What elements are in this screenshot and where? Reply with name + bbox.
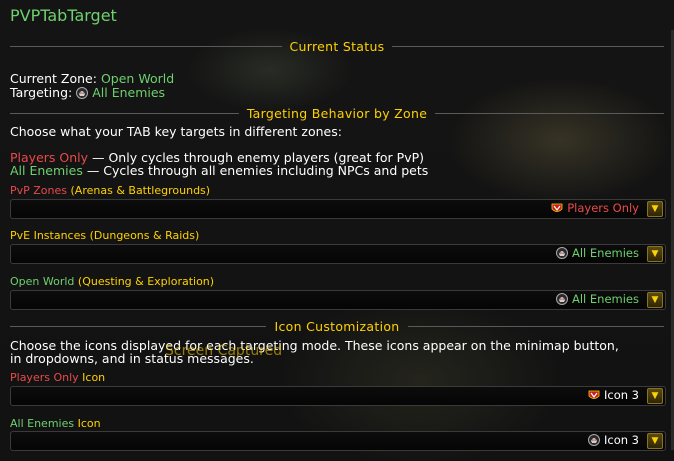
skull-helm-icon <box>555 247 568 259</box>
chevron-down-icon[interactable]: ▼ <box>647 433 663 449</box>
players-only-icon-suffix: Icon <box>82 371 106 384</box>
pvp-zones-detail: (Arenas & Battlegrounds) <box>70 184 211 197</box>
dropdown-selected: Icon 3 <box>588 388 639 402</box>
dropdown-value: Icon 3 <box>603 388 639 402</box>
addon-options-window: PVPTabTarget Current Status Current Zone… <box>0 0 674 461</box>
pve-instances-detail: (Dungeons & Raids) <box>89 229 200 242</box>
targeting-row: Targeting: All Enemies <box>10 85 165 100</box>
screen-captured-overlay: Screen Captured <box>165 343 283 359</box>
players-only-icon-name: Players Only <box>10 371 79 384</box>
pvp-zones-label: PvP Zones (Arenas & Battlegrounds) <box>10 184 210 197</box>
section-header-current-status: Current Status <box>10 38 665 54</box>
dropdown-value: Icon 3 <box>603 433 639 447</box>
open-world-detail: (Questing & Exploration) <box>77 275 215 288</box>
pvp-zones-dropdown[interactable]: Players Only ▼ <box>10 199 666 219</box>
pve-instances-label: PvE Instances (Dungeons & Raids) <box>10 229 199 242</box>
chevron-down-icon[interactable]: ▼ <box>647 388 663 404</box>
open-world-name: Open World <box>10 275 75 288</box>
dropdown-selected: All Enemies <box>555 292 639 306</box>
all-enemies-term: All Enemies <box>10 163 83 178</box>
open-world-label: Open World (Questing & Exploration) <box>10 275 214 288</box>
targeting-label: Targeting: <box>10 85 73 100</box>
all-enemies-icon-dropdown[interactable]: Icon 3 ▼ <box>10 431 666 451</box>
skull-helm-icon <box>555 293 568 305</box>
dropdown-selected: Icon 3 <box>587 433 639 447</box>
chevron-down-icon[interactable]: ▼ <box>647 201 663 217</box>
pve-instances-dropdown[interactable]: All Enemies ▼ <box>10 244 666 264</box>
all-enemies-icon-label: All Enemies Icon <box>10 417 101 430</box>
players-only-icon-label: Players Only Icon <box>10 371 105 384</box>
pvp-zones-name: PvP Zones <box>10 184 68 197</box>
dropdown-value: All Enemies <box>571 246 639 260</box>
section-header-targeting-behavior: Targeting Behavior by Zone <box>10 105 665 121</box>
current-zone-value: Open World <box>100 71 175 86</box>
skull-helm-icon <box>587 434 600 446</box>
current-zone-row: Current Zone: Open World <box>10 71 174 86</box>
all-enemies-text: — Cycles through all enemies including N… <box>86 163 429 178</box>
players-only-icon-dropdown[interactable]: Icon 3 ▼ <box>10 386 666 406</box>
open-world-dropdown[interactable]: All Enemies ▼ <box>10 290 666 310</box>
section-title: Icon Customization <box>274 318 400 334</box>
section-title: Current Status <box>289 38 385 54</box>
dropdown-selected: Players Only <box>551 201 639 215</box>
skull-helm-icon <box>76 86 89 99</box>
dropdown-selected: All Enemies <box>555 246 639 260</box>
all-enemies-icon-suffix: Icon <box>77 417 101 430</box>
horde-crest-icon <box>588 390 600 399</box>
section-title: Targeting Behavior by Zone <box>246 105 428 121</box>
window-title: PVPTabTarget <box>10 6 117 25</box>
targeting-value: All Enemies <box>92 85 166 100</box>
behavior-intro: Choose what your TAB key targets in diff… <box>10 124 342 139</box>
pve-instances-name: PvE Instances <box>10 229 87 242</box>
all-enemies-description: All Enemies — Cycles through all enemies… <box>10 163 428 178</box>
all-enemies-icon-name: All Enemies <box>10 417 75 430</box>
chevron-down-icon[interactable]: ▼ <box>647 246 663 262</box>
chevron-down-icon[interactable]: ▼ <box>647 292 663 308</box>
dropdown-value: Players Only <box>567 201 639 215</box>
current-zone-label: Current Zone: <box>10 71 97 86</box>
dropdown-value: All Enemies <box>571 292 639 306</box>
section-header-icon-customization: Icon Customization <box>10 318 664 334</box>
horde-crest-icon <box>551 203 563 212</box>
